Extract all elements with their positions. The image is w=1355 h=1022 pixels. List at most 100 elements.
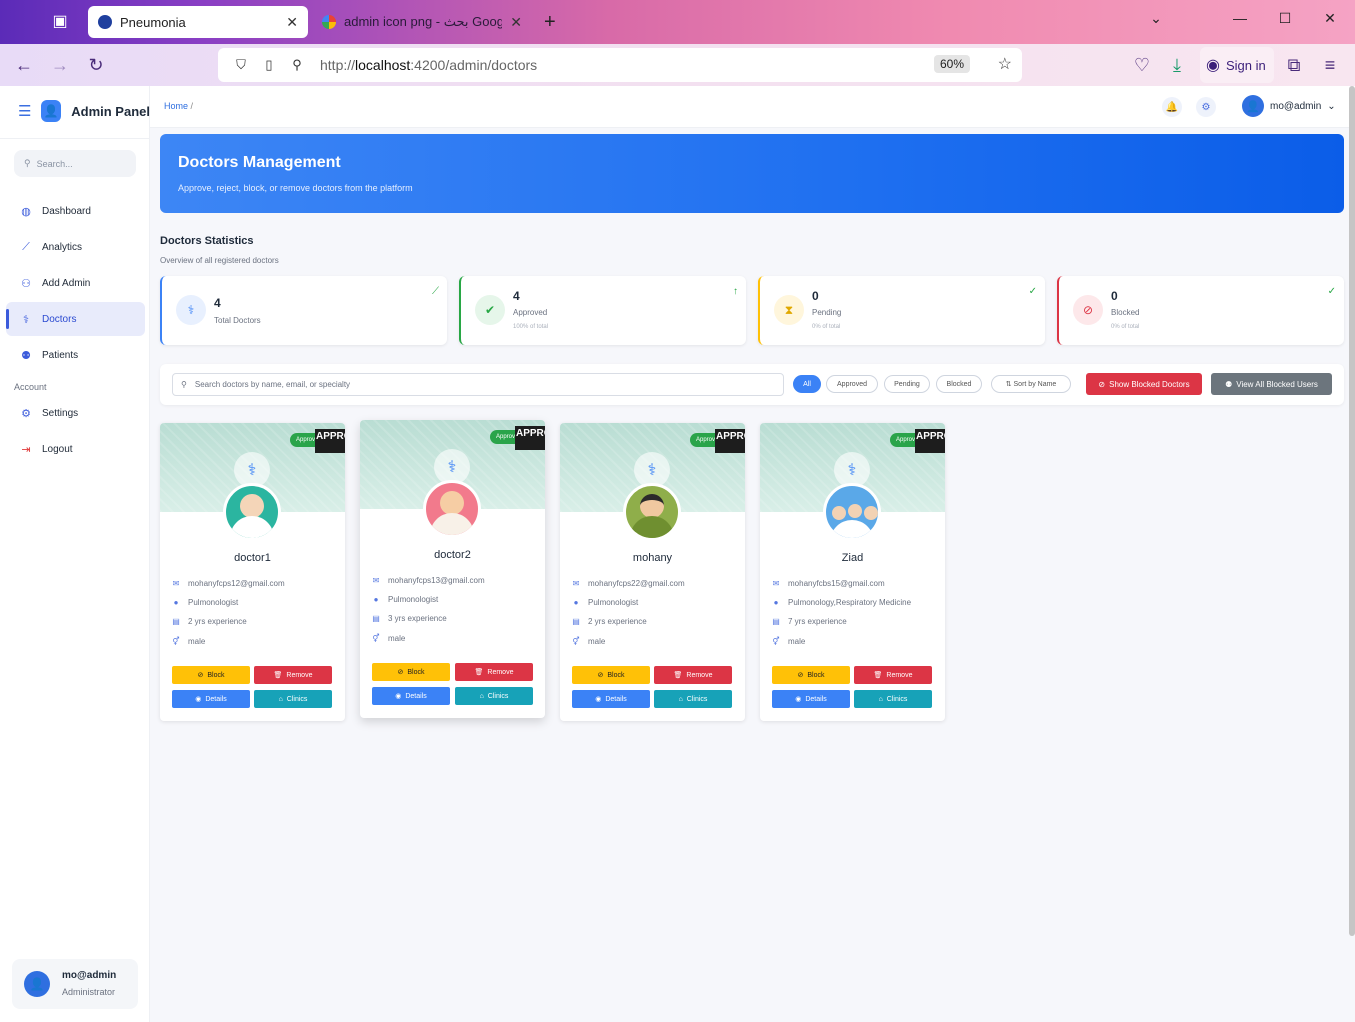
sort-by-name-button[interactable]: ⇅ Sort by Name: [991, 375, 1071, 393]
remove-button[interactable]: 🗑 Remove: [654, 666, 732, 684]
zoom-level[interactable]: 60%: [933, 55, 970, 73]
tab-list-chevron-icon[interactable]: ⌄: [1144, 10, 1168, 27]
details-button[interactable]: ◉ Details: [172, 690, 250, 708]
breadcrumb-separator: /: [190, 101, 194, 111]
bell-icon[interactable]: 🔔: [1162, 97, 1182, 117]
shield-icon[interactable]: ⛉: [230, 57, 252, 73]
stat-label: Approved: [513, 308, 548, 317]
sidebar-item-patients[interactable]: ⚉ Patients: [6, 338, 145, 372]
doctor-name: doctor1: [234, 552, 271, 564]
new-tab-icon[interactable]: +: [544, 10, 556, 34]
block-button[interactable]: ⊘ Block: [772, 666, 850, 684]
approved-ribbon: APPROVED: [715, 429, 745, 453]
tab-pneumonia[interactable]: Pneumonia ✕: [88, 6, 308, 38]
details-button[interactable]: ◉ Details: [372, 687, 450, 705]
stat-percent: 0% of total: [1111, 324, 1140, 330]
sidebar-item-add-admin[interactable]: ⚇ Add Admin: [6, 266, 145, 300]
logout-icon: ⇥: [21, 443, 31, 456]
user-menu[interactable]: 👤 mo@admin ⌄: [1242, 95, 1336, 117]
pocket-icon[interactable]: ♡: [1130, 54, 1154, 76]
doctor-card[interactable]: ⚕ Approved APPROVED doctor2 ✉mohanyfcps1…: [360, 420, 545, 718]
sidebar-item-dashboard[interactable]: ◍ Dashboard: [6, 194, 145, 228]
tab-google-search[interactable]: admin icon png - بحث Google ✕: [312, 6, 532, 38]
admin-logo-icon: 👤: [41, 100, 62, 122]
show-blocked-doctors-button[interactable]: ⊘ Show Blocked Doctors: [1086, 373, 1202, 395]
doctor-email: ✉ mohanyfcps12@gmail.com: [172, 579, 285, 588]
doctor-experience: ▤ 2 yrs experience: [172, 617, 247, 626]
doctor-card[interactable]: ⚕ Approved APPROVED doctor1 ✉mohanyfcps1…: [160, 423, 345, 721]
search-placeholder: Search...: [36, 158, 73, 169]
ban-icon: ⊘: [597, 672, 604, 679]
view-all-blocked-users-button[interactable]: ⚉ View All Blocked Users: [1211, 373, 1332, 395]
close-window-icon[interactable]: ✕: [1318, 10, 1342, 27]
sidebar-item-logout[interactable]: ⇥ Logout: [6, 432, 145, 466]
remove-button[interactable]: 🗑 Remove: [254, 666, 332, 684]
clinics-button[interactable]: ⌂ Clinics: [854, 690, 932, 708]
reload-icon[interactable]: ↻: [84, 54, 108, 76]
details-button[interactable]: ◉ Details: [572, 690, 650, 708]
url-bar[interactable]: ⛉ ▯ ⚲ http://localhost:4200/admin/doctor…: [218, 48, 1022, 82]
url-text[interactable]: http://localhost:4200/admin/doctors: [320, 57, 537, 73]
doctor-name: Ziad: [841, 552, 864, 564]
hamburger-icon[interactable]: ☰: [18, 102, 31, 120]
close-tab-icon[interactable]: ✕: [286, 14, 298, 31]
button-label: Clinics: [487, 692, 509, 700]
topbar: Home / 🔔 ⚙ 👤 mo@admin ⌄: [150, 86, 1355, 128]
remove-button[interactable]: 🗑 Remove: [455, 663, 533, 681]
doctor-search-input[interactable]: ⚲ Search doctors by name, email, or spec…: [172, 373, 784, 396]
users-icon: ⚉: [1225, 379, 1233, 389]
maximize-icon[interactable]: ☐: [1273, 10, 1297, 27]
block-button[interactable]: ⊘ Block: [572, 666, 650, 684]
minimize-icon[interactable]: —: [1228, 10, 1252, 26]
details-button[interactable]: ◉ Details: [772, 690, 850, 708]
back-arrow-icon[interactable]: ←: [12, 54, 36, 76]
filter-approved[interactable]: Approved: [826, 375, 878, 393]
block-button[interactable]: ⊘ Block: [172, 666, 250, 684]
close-tab-icon[interactable]: ✕: [510, 14, 522, 31]
button-label: View All Blocked Users: [1236, 379, 1318, 389]
user-md-icon: ●: [773, 598, 779, 607]
page-icon[interactable]: ▯: [258, 57, 280, 73]
filter-all[interactable]: All: [793, 375, 821, 393]
briefcase-icon: ▤: [172, 617, 180, 626]
forward-arrow-icon[interactable]: →: [48, 54, 72, 76]
button-label: Remove: [286, 671, 313, 679]
remove-button[interactable]: 🗑 Remove: [854, 666, 932, 684]
sidebar-user-card[interactable]: 👤 mo@admin Administrator: [12, 959, 138, 1009]
clinic-icon: ⌂: [878, 695, 883, 703]
filter-pending[interactable]: Pending: [884, 375, 930, 393]
permissions-icon[interactable]: ⚲: [286, 57, 308, 73]
tab-overview-icon[interactable]: ▣: [48, 10, 72, 34]
gender-icon: ⚥: [572, 637, 580, 646]
account-icon: ◉: [1206, 57, 1220, 74]
page-scrollbar[interactable]: [1349, 86, 1355, 936]
block-button[interactable]: ⊘ Block: [372, 663, 450, 681]
sidebar-item-doctors[interactable]: ⚕ Doctors: [6, 302, 145, 336]
breadcrumb-home[interactable]: Home: [164, 101, 188, 111]
extensions-icon[interactable]: ⧉: [1282, 54, 1306, 76]
avatar-icon: 👤: [24, 971, 50, 997]
download-icon[interactable]: ⤓: [1165, 54, 1189, 76]
stat-card-approved: ✔ 4 Approved 100% of total ↑: [459, 276, 746, 345]
doctor-card[interactable]: ⚕ Approved APPROVED mohany ✉mohanyfcps22…: [560, 423, 745, 721]
sidebar-search-input[interactable]: ⚲ Search...: [14, 150, 136, 177]
avatar-face: [440, 491, 464, 515]
bookmark-star-icon[interactable]: ☆: [998, 54, 1012, 74]
button-label: Clinics: [886, 695, 908, 703]
sidebar-item-settings[interactable]: ⚙ Settings: [6, 396, 145, 430]
trash-icon: 🗑: [873, 672, 883, 679]
gear-icon[interactable]: ⚙: [1196, 97, 1216, 117]
gender-icon: ⚥: [372, 634, 380, 643]
browser-tab-bar: ▣ Pneumonia ✕ admin icon png - بحث Googl…: [0, 0, 1355, 44]
clinics-button[interactable]: ⌂ Clinics: [254, 690, 332, 708]
sidebar-item-analytics[interactable]: ⟋ Analytics: [6, 230, 145, 264]
sign-in-button[interactable]: ◉ Sign in: [1200, 47, 1274, 83]
filter-blocked[interactable]: Blocked: [936, 375, 982, 393]
doctor-card[interactable]: ⚕ Approved APPROVED Ziad ✉mohanyfcbs15@g…: [760, 423, 945, 721]
menu-icon[interactable]: ≡: [1318, 54, 1342, 76]
stat-card-pending: ⧗ 0 Pending 0% of total ✓: [758, 276, 1045, 345]
search-placeholder: Search doctors by name, email, or specia…: [194, 380, 351, 389]
clinics-button[interactable]: ⌂ Clinics: [455, 687, 533, 705]
experience-text: 2 yrs experience: [188, 617, 247, 626]
clinics-button[interactable]: ⌂ Clinics: [654, 690, 732, 708]
